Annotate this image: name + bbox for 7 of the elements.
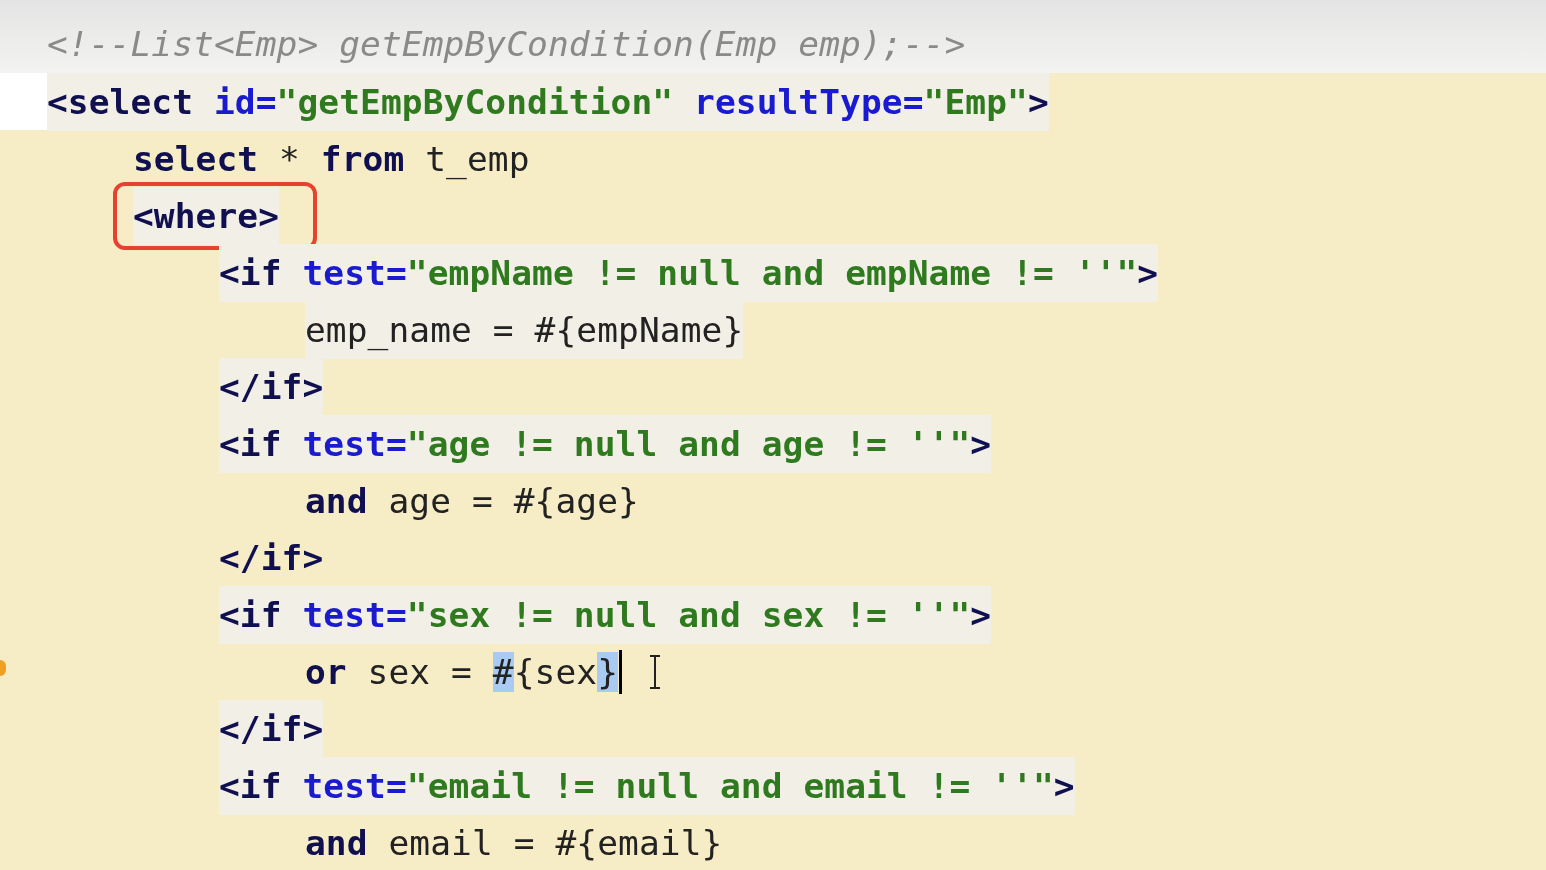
code-line: and email = #{email} bbox=[305, 821, 723, 865]
code-line: <!--List<Emp> getEmpByCondition(Emp emp);--> bbox=[47, 23, 966, 66]
ibeam-cursor-icon bbox=[648, 654, 663, 689]
code-line: or sex = #{sex} bbox=[305, 650, 619, 694]
code-line: select * from t_emp bbox=[133, 137, 530, 182]
code-line: and age = #{age} bbox=[305, 479, 639, 523]
code-line: </if> bbox=[219, 536, 324, 580]
